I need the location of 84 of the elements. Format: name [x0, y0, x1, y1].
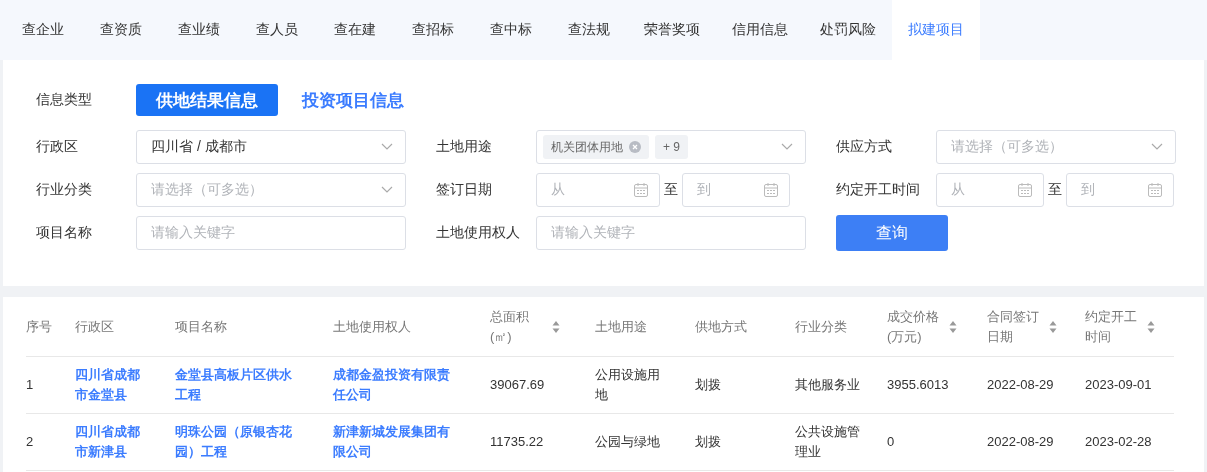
- nav-tab[interactable]: 查资质: [82, 0, 160, 60]
- column-header: 土地用途: [595, 317, 647, 336]
- sort-icon[interactable]: [1048, 319, 1057, 334]
- select-field[interactable]: 四川省 / 成都市: [136, 130, 406, 164]
- column-header: 合同签订日期: [987, 307, 1040, 346]
- chevron-down-icon: [781, 143, 793, 151]
- table-link[interactable]: 新津新城发展集团有限公司: [333, 422, 455, 462]
- column-header: 项目名称: [175, 317, 227, 336]
- table-cell-text: 2023-09-01: [1085, 376, 1153, 394]
- table-cell-text: 1: [26, 376, 35, 394]
- sort-icon[interactable]: [551, 319, 560, 334]
- column-header: 总面积(㎡): [490, 307, 530, 346]
- sort-icon[interactable]: [948, 319, 957, 334]
- nav-tab[interactable]: 拟建项目: [892, 0, 980, 60]
- nav-tab[interactable]: 查企业: [4, 0, 82, 60]
- table-cell-text: 公用设施用地: [595, 366, 661, 404]
- table-cell-text: 划拨: [695, 433, 722, 451]
- nav-tab[interactable]: 查业绩: [160, 0, 238, 60]
- calendar-icon: [1147, 182, 1163, 198]
- date-field[interactable]: 到: [682, 173, 790, 207]
- filter-label: 行业分类: [36, 181, 93, 199]
- nav-tab[interactable]: 查人员: [238, 0, 316, 60]
- table-link[interactable]: 四川省成都市新津县: [75, 422, 147, 462]
- date-field[interactable]: 到: [1066, 173, 1174, 207]
- table-cell-text: 公共设施管理业: [795, 423, 861, 461]
- sort-icon[interactable]: [1146, 319, 1155, 334]
- filter-label: 土地使用权人: [436, 224, 521, 242]
- chevron-down-icon: [1151, 143, 1163, 151]
- table-cell-text: 其他服务业: [795, 376, 861, 394]
- filter-label: 行政区: [36, 138, 79, 156]
- column-header: 供地方式: [695, 317, 747, 336]
- column-header: 行政区: [75, 317, 114, 336]
- nav-tab[interactable]: 处罚风险: [804, 0, 892, 60]
- date-field[interactable]: 从: [936, 173, 1044, 207]
- table-link[interactable]: 明珠公园（原银杏花园）工程: [175, 422, 297, 462]
- chevron-down-icon: [381, 186, 393, 194]
- nav-tab[interactable]: 查中标: [472, 0, 550, 60]
- table-cell-text: 2022-08-29: [987, 376, 1055, 394]
- calendar-icon: [1017, 182, 1033, 198]
- filter-label: 签订日期: [436, 181, 493, 199]
- column-header: 成交价格(万元): [887, 307, 940, 346]
- filter-label: 约定开工时间: [836, 181, 921, 199]
- date-field[interactable]: 从: [536, 173, 660, 207]
- table-link[interactable]: 成都金盈投资有限责任公司: [333, 365, 455, 405]
- column-header: 行业分类: [795, 317, 847, 336]
- nav-tab[interactable]: 查法规: [550, 0, 628, 60]
- nav-tab[interactable]: 信用信息: [716, 0, 804, 60]
- filter-label: 信息类型: [36, 91, 93, 109]
- query-button[interactable]: 查询: [836, 215, 948, 251]
- count-tag: + 9: [655, 134, 688, 159]
- table-cell-text: 公园与绿地: [595, 433, 661, 451]
- table-cell-text: 3955.6013: [887, 376, 950, 394]
- input-field[interactable]: 请输入关键字: [536, 216, 806, 250]
- calendar-icon: [763, 182, 779, 198]
- table-cell-text: 2: [26, 433, 35, 451]
- input-field[interactable]: 请输入关键字: [136, 216, 406, 250]
- range-separator: 至: [1048, 181, 1062, 199]
- info-type-tab[interactable]: 供地结果信息: [136, 84, 278, 116]
- table-cell-text: 39067.69: [490, 376, 546, 394]
- table-cell-text: 划拨: [695, 376, 722, 394]
- nav-tab[interactable]: 查招标: [394, 0, 472, 60]
- multi-select-field[interactable]: 机关团体用地 + 9: [536, 130, 806, 164]
- table-cell-text: 11735.22: [490, 433, 545, 451]
- filter-label: 供应方式: [836, 138, 893, 156]
- select-field[interactable]: 请选择（可多选）: [936, 130, 1176, 164]
- table-cell-text: 0: [887, 433, 896, 451]
- select-field[interactable]: 请选择（可多选）: [136, 173, 406, 207]
- column-header: 约定开工时间: [1085, 307, 1138, 346]
- column-header: 土地使用权人: [333, 317, 411, 336]
- nav-tab[interactable]: 查在建: [316, 0, 394, 60]
- table-cell-text: 2023-02-28: [1085, 433, 1153, 451]
- range-separator: 至: [664, 181, 678, 199]
- chevron-down-icon: [381, 143, 393, 151]
- nav-tab[interactable]: 荣誉奖项: [628, 0, 716, 60]
- info-type-tab[interactable]: 投资项目信息: [282, 84, 424, 116]
- table-link[interactable]: 四川省成都市金堂县: [75, 365, 147, 405]
- table-link[interactable]: 金堂县高板片区供水工程: [175, 365, 297, 405]
- filter-label: 项目名称: [36, 224, 93, 242]
- column-header: 序号: [26, 317, 52, 336]
- filter-label: 土地用途: [436, 138, 493, 156]
- table-cell-text: 2022-08-29: [987, 433, 1055, 451]
- calendar-icon: [633, 182, 649, 198]
- close-icon[interactable]: [629, 141, 641, 154]
- tag: 机关团体用地: [543, 135, 649, 160]
